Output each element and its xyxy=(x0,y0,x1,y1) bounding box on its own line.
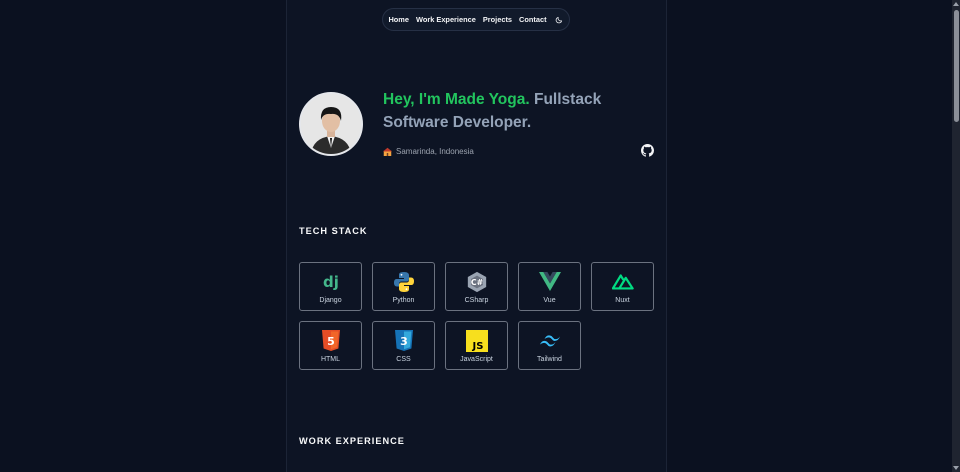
svg-text:5: 5 xyxy=(327,335,335,348)
main-column xyxy=(286,0,667,472)
location: Samarinda, Indonesia xyxy=(383,147,474,156)
house-icon xyxy=(383,147,392,156)
vue-icon xyxy=(538,271,561,293)
hero-greeting: Hey, I'm Made Yoga. xyxy=(383,91,530,108)
tech-label: Vue xyxy=(543,297,556,304)
tech-card-tailwind: Tailwind xyxy=(518,321,581,370)
tailwind-icon xyxy=(539,330,561,352)
javascript-icon: JS xyxy=(465,330,488,352)
scroll-down-icon[interactable] xyxy=(953,466,959,470)
hero-headline: Hey, I'm Made Yoga. Fullstack Software D… xyxy=(383,89,633,134)
profile-photo-icon xyxy=(301,94,361,154)
tech-label: Tailwind xyxy=(537,356,562,363)
moon-icon[interactable] xyxy=(554,15,564,25)
tech-card-html: 5 HTML xyxy=(299,321,362,370)
tech-card-javascript: JS JavaScript xyxy=(445,321,508,370)
tech-card-python: Python xyxy=(372,262,435,311)
tech-card-csharp: C# CSharp xyxy=(445,262,508,311)
django-icon: dj xyxy=(320,271,342,293)
tech-stack-title: TECH STACK xyxy=(299,226,368,236)
tech-label: Nuxt xyxy=(615,297,630,304)
work-experience-title: WORK EXPERIENCE xyxy=(299,436,405,446)
top-nav: Home Work Experience Projects Contact xyxy=(382,8,570,31)
tech-label: CSharp xyxy=(464,297,489,304)
svg-text:3: 3 xyxy=(400,335,408,348)
tech-label: JavaScript xyxy=(460,356,493,363)
nav-contact[interactable]: Contact xyxy=(519,15,547,24)
tech-label: Python xyxy=(392,297,415,304)
scroll-up-icon[interactable] xyxy=(953,2,959,6)
scrollbar[interactable] xyxy=(952,0,960,472)
tech-label: HTML xyxy=(320,356,341,363)
nav-work-experience[interactable]: Work Experience xyxy=(416,15,476,24)
csharp-icon: C# xyxy=(466,271,488,293)
location-text: Samarinda, Indonesia xyxy=(396,147,474,156)
github-icon[interactable] xyxy=(641,144,654,157)
tech-label: Django xyxy=(319,297,342,304)
nav-home[interactable]: Home xyxy=(388,15,409,24)
scrollbar-thumb[interactable] xyxy=(953,10,959,122)
python-icon xyxy=(393,271,415,293)
svg-text:dj: dj xyxy=(323,273,339,291)
tech-card-nuxt: Nuxt xyxy=(591,262,654,311)
tech-card-vue: Vue xyxy=(518,262,581,311)
tech-label: CSS xyxy=(396,356,411,363)
svg-text:JS: JS xyxy=(471,341,483,352)
nuxt-icon xyxy=(611,271,634,293)
html5-icon: 5 xyxy=(320,330,342,352)
tech-card-css: 3 CSS xyxy=(372,321,435,370)
avatar xyxy=(299,92,363,156)
tech-card-django: dj Django xyxy=(299,262,362,311)
css3-icon: 3 xyxy=(393,330,415,352)
svg-text:C#: C# xyxy=(470,278,482,287)
nav-projects[interactable]: Projects xyxy=(483,15,512,24)
